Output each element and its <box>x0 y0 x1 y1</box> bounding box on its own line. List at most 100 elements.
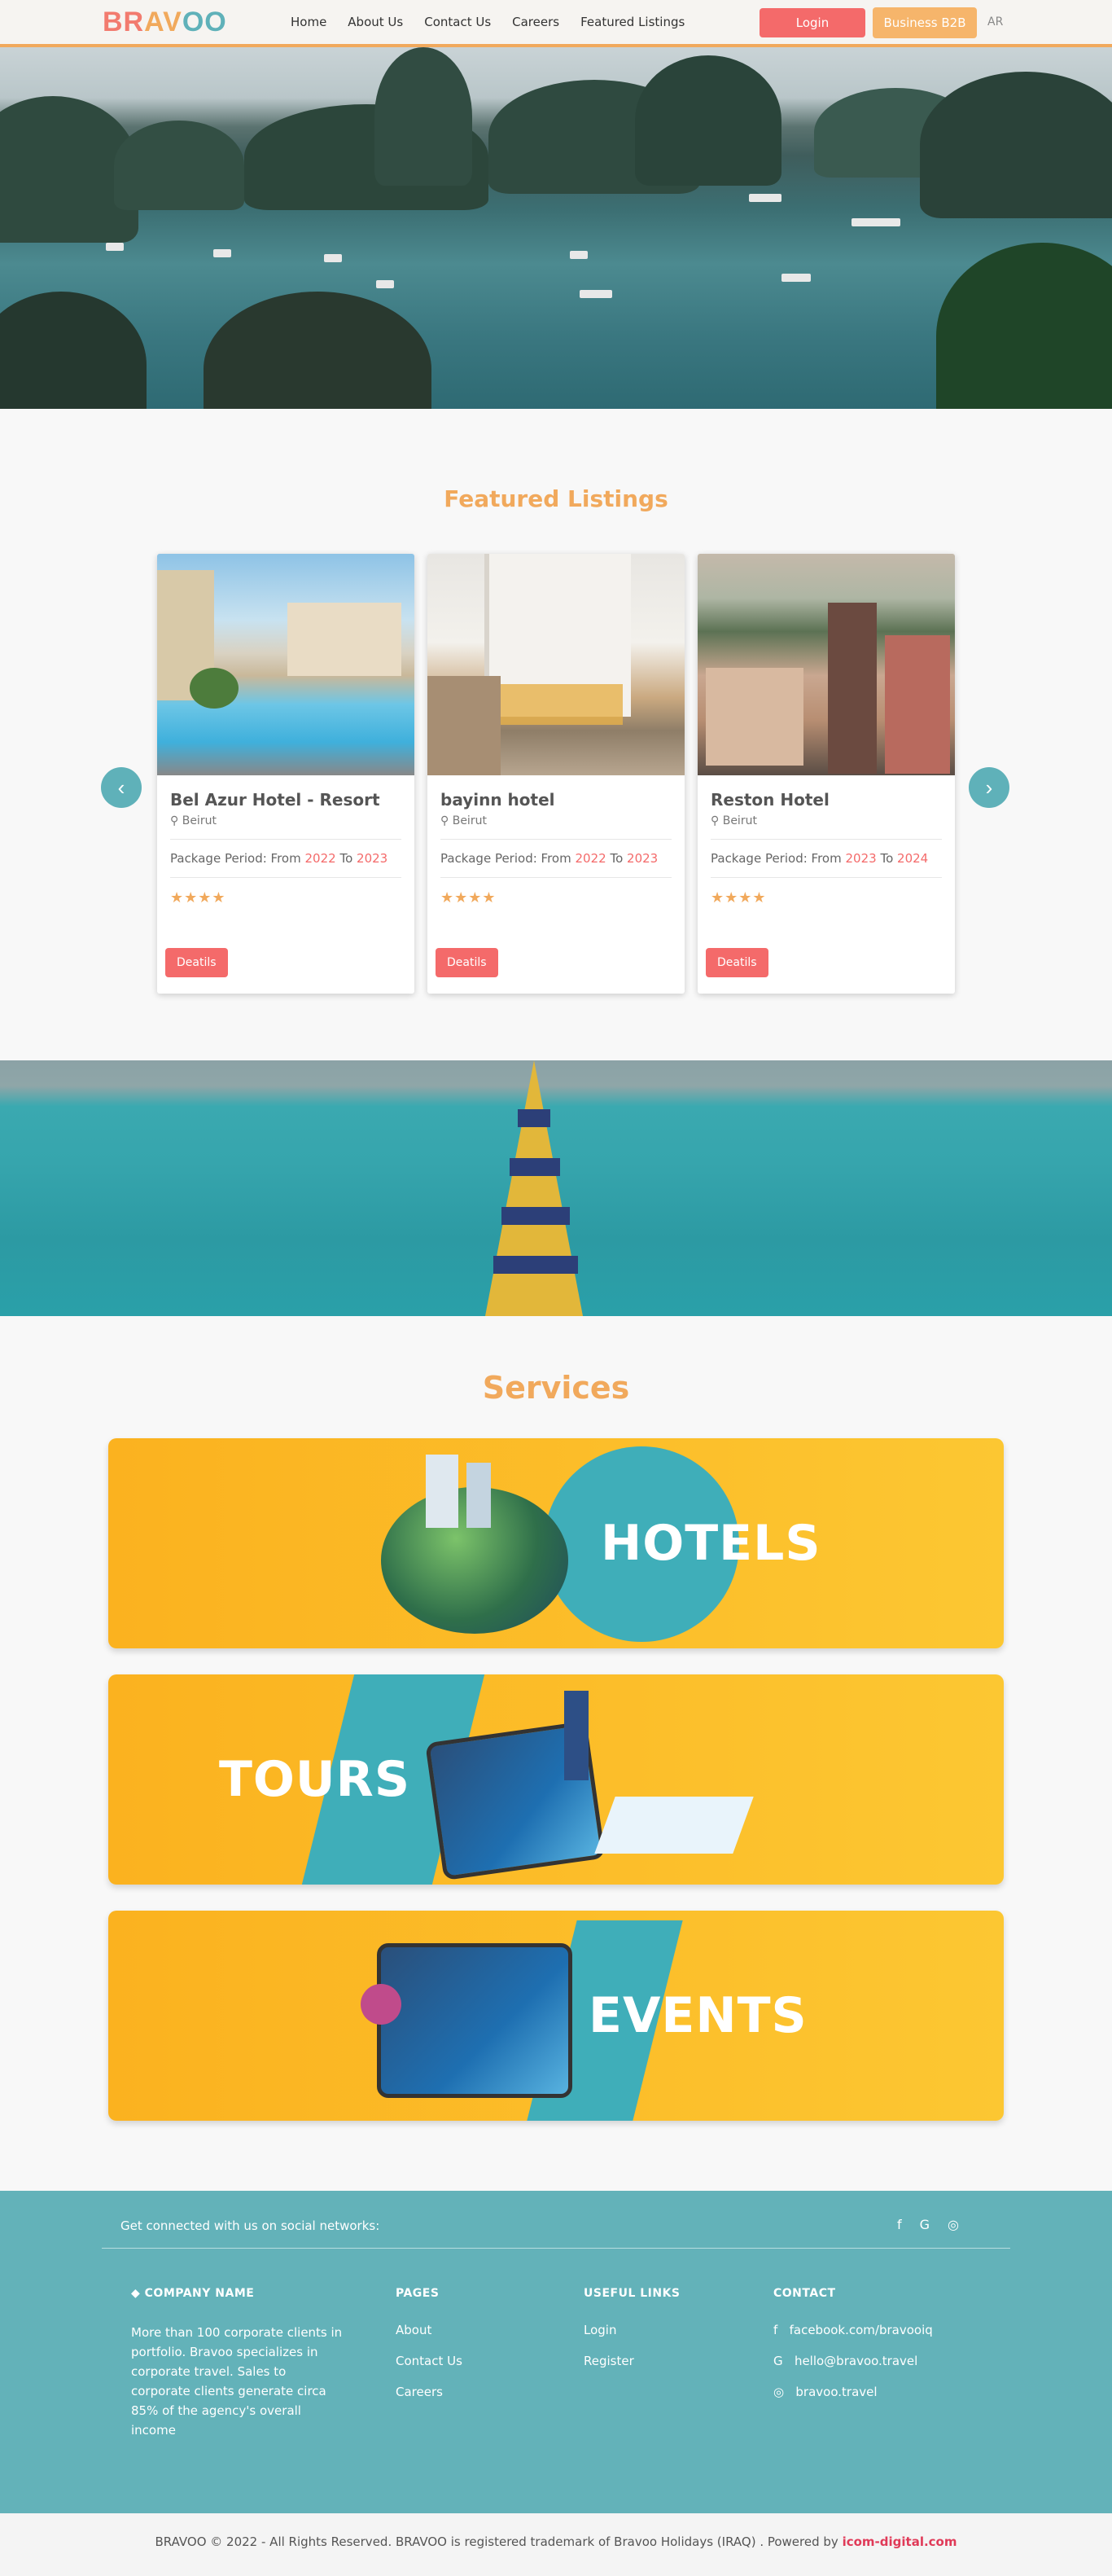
logo-text-part1: BR <box>103 7 145 37</box>
hero-mountain-4 <box>374 47 472 186</box>
package-period: Package Period: From 2022 To 2023 <box>170 851 401 866</box>
period-label: Package Period: From <box>711 851 842 866</box>
divider <box>711 877 942 878</box>
login-button[interactable]: Login <box>760 8 865 37</box>
listing-card[interactable]: Bel Azur Hotel - Resort ⚲ Beirut Package… <box>157 554 414 994</box>
logo-text-part2: AV <box>144 7 182 37</box>
details-button[interactable]: Deatils <box>706 948 768 977</box>
footer-link-register[interactable]: Register <box>584 2354 681 2368</box>
hero-boat <box>324 254 342 262</box>
useful-links-heading: USEFUL LINKS <box>584 2287 681 2300</box>
carousel-next-button[interactable]: › <box>969 767 1009 808</box>
instagram-icon: ◎ <box>773 2385 785 2399</box>
footer-link-contact-us[interactable]: Contact Us <box>396 2354 462 2368</box>
logo-text-part3: OO <box>182 7 227 37</box>
period-label: Package Period: From <box>170 851 301 866</box>
facebook-icon[interactable]: f <box>897 2217 902 2232</box>
hero-boat <box>213 249 231 257</box>
social-networks-text: Get connected with us on social networks… <box>120 2218 380 2233</box>
map-marker-icon: ⚲ <box>440 814 453 827</box>
details-button[interactable]: Deatils <box>436 948 498 977</box>
nav-about-us[interactable]: About Us <box>348 15 403 29</box>
hotel-name: Bel Azur Hotel - Resort <box>170 790 380 810</box>
hero-islet-center <box>204 292 431 409</box>
site-footer: Get connected with us on social networks… <box>0 2191 1112 2513</box>
google-icon[interactable]: G <box>920 2217 930 2232</box>
period-from: 2023 <box>845 851 877 866</box>
hotel-name: bayinn hotel <box>440 790 555 810</box>
hotel-location: ⚲ Beirut <box>711 814 942 827</box>
hotel-location: ⚲ Beirut <box>170 814 401 827</box>
contact-facebook-text: facebook.com/bravooiq <box>789 2323 933 2337</box>
hero-islet-left <box>0 292 147 409</box>
hero-boat <box>570 251 588 259</box>
to-label: To <box>880 851 894 866</box>
featured-listings-title: Featured Listings <box>444 485 668 512</box>
pages-heading: PAGES <box>396 2287 440 2300</box>
location-text: Beirut <box>182 814 217 827</box>
nav-contact-us[interactable]: Contact Us <box>424 15 491 29</box>
contact-facebook[interactable]: f facebook.com/bravooiq <box>773 2323 933 2337</box>
service-hotels-banner[interactable]: HOTELS <box>108 1438 1004 1648</box>
sail-stripe <box>501 1207 570 1225</box>
location-text: Beirut <box>452 814 487 827</box>
divider <box>170 839 401 840</box>
listing-card[interactable]: bayinn hotel ⚲ Beirut Package Period: Fr… <box>427 554 685 994</box>
nav-featured-listings[interactable]: Featured Listings <box>580 15 685 29</box>
business-b2b-button[interactable]: Business B2B <box>873 7 977 38</box>
listing-card[interactable]: Reston Hotel ⚲ Beirut Package Period: Fr… <box>698 554 955 994</box>
powered-by-link[interactable]: icom-digital.com <box>843 2534 957 2549</box>
service-label: HOTELS <box>601 1515 821 1572</box>
period-to: 2024 <box>897 851 929 866</box>
package-period: Package Period: From 2023 To 2024 <box>711 851 942 866</box>
instagram-icon[interactable]: ◎ <box>948 2217 959 2232</box>
hero-mountain-6 <box>635 55 781 186</box>
hero-boat <box>580 290 612 298</box>
company-heading: ◆ COMPANY NAME <box>131 2287 343 2300</box>
hotel-name: Reston Hotel <box>711 790 830 810</box>
carousel-prev-button[interactable]: ‹ <box>101 767 142 808</box>
star-rating: ★★★★ <box>440 889 497 906</box>
hero-boat <box>852 218 900 226</box>
contact-email[interactable]: G hello@bravoo.travel <box>773 2354 933 2368</box>
map-illustration <box>594 1797 754 1854</box>
nav-home[interactable]: Home <box>291 15 326 29</box>
footer-pages-column: PAGES About Contact Us Careers <box>396 2287 462 2416</box>
details-button[interactable]: Deatils <box>165 948 228 977</box>
tower-illustration <box>426 1455 458 1528</box>
footer-link-about[interactable]: About <box>396 2323 462 2337</box>
nav-careers[interactable]: Careers <box>512 15 559 29</box>
service-tours-banner[interactable]: TOURS <box>108 1674 1004 1885</box>
contact-heading: CONTACT <box>773 2287 836 2300</box>
bravoo-logo[interactable]: BRAVOO <box>103 7 227 38</box>
footer-link-careers[interactable]: Careers <box>396 2385 462 2399</box>
period-to: 2023 <box>357 851 388 866</box>
hotel-location: ⚲ Beirut <box>440 814 672 827</box>
hotel-photo <box>427 554 685 775</box>
tower-illustration <box>466 1463 491 1528</box>
company-description: More than 100 corporate clients in portf… <box>131 2325 343 2438</box>
location-text: Beirut <box>722 814 757 827</box>
divider <box>711 839 942 840</box>
top-navbar: BRAVOO Home About Us Contact Us Careers … <box>0 0 1112 47</box>
service-label: EVENTS <box>589 1987 808 2044</box>
footer-contact-column: CONTACT f facebook.com/bravooiq G hello@… <box>773 2287 933 2416</box>
hero-boat <box>106 243 124 251</box>
services-title: Services <box>482 1370 630 1406</box>
contact-email-text: hello@bravoo.travel <box>794 2354 918 2368</box>
service-events-banner[interactable]: EVENTS <box>108 1911 1004 2121</box>
language-switch[interactable]: AR <box>987 15 1003 29</box>
hero-mountain-2 <box>114 121 244 210</box>
company-heading-text: COMPANY NAME <box>144 2287 255 2300</box>
period-from: 2022 <box>575 851 606 866</box>
copyright-bar: BRAVOO © 2022 - All Rights Reserved. BRA… <box>0 2513 1112 2576</box>
hero-mountain-8 <box>920 72 1112 218</box>
contact-instagram[interactable]: ◎ bravoo.travel <box>773 2385 933 2399</box>
social-icons: f G ◎ <box>897 2217 959 2232</box>
star-rating: ★★★★ <box>711 889 767 906</box>
footer-useful-links-column: USEFUL LINKS Login Register <box>584 2287 681 2385</box>
divider <box>440 877 672 878</box>
landmark-illustration <box>564 1691 589 1780</box>
copyright-text: BRAVOO © 2022 - All Rights Reserved. BRA… <box>155 2534 838 2549</box>
footer-link-login[interactable]: Login <box>584 2323 681 2337</box>
